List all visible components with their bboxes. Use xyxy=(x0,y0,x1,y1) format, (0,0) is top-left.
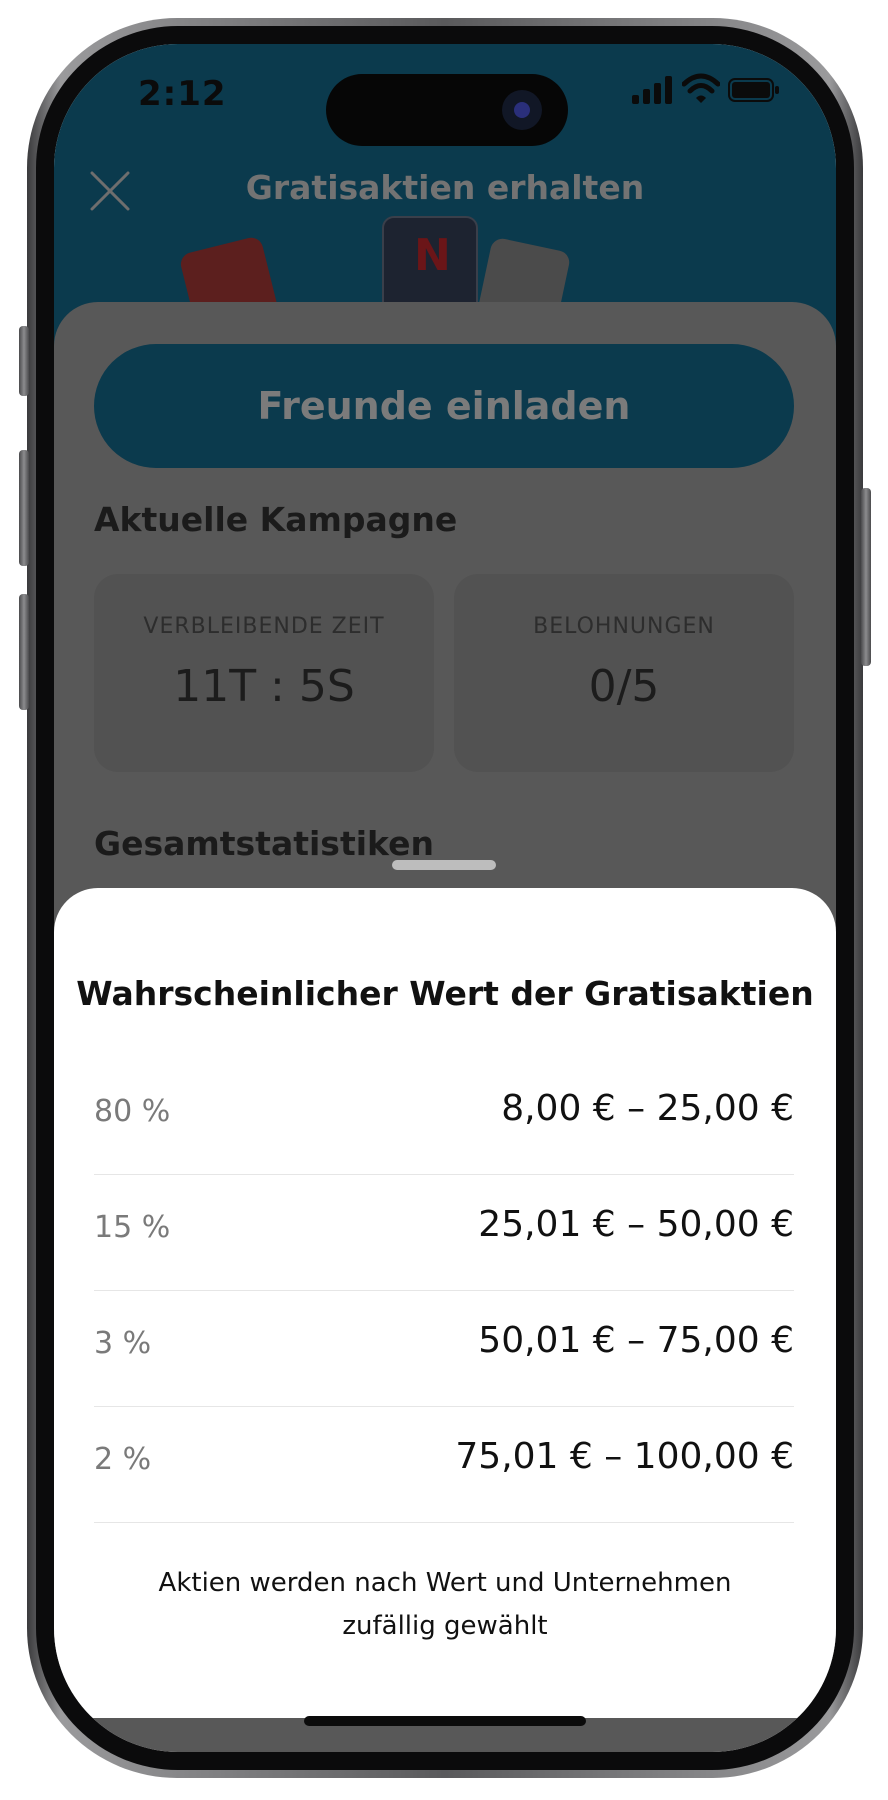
remaining-time-value: 11T : 5S xyxy=(173,661,355,712)
mute-switch xyxy=(19,326,29,396)
rewards-value: 0/5 xyxy=(588,661,660,712)
volume-down-button xyxy=(19,594,29,710)
invite-friends-button[interactable]: Freunde einladen xyxy=(94,344,794,468)
phone-screen: N 2:12 Gratisaktien erhalten Freunde ein… xyxy=(54,44,836,1752)
value-range: 75,01 € – 100,00 € xyxy=(455,1436,794,1477)
battery-icon xyxy=(728,78,779,102)
value-range: 50,01 € – 75,00 € xyxy=(478,1320,794,1361)
remaining-time-card: VERBLEIBENDE ZEIT 11T : 5S xyxy=(94,574,434,772)
sheet-drag-handle[interactable] xyxy=(392,860,496,870)
signal-icon xyxy=(632,76,672,104)
sheet-footnote: Aktien werden nach Wert und Unternehmen … xyxy=(158,1568,732,1641)
probability-percent: 15 % xyxy=(94,1210,171,1245)
netflix-stock-card-illustration: N xyxy=(382,216,478,316)
front-camera xyxy=(502,90,542,130)
remaining-time-label: VERBLEIBENDE ZEIT xyxy=(143,614,385,639)
value-range: 8,00 € – 25,00 € xyxy=(501,1088,794,1129)
home-indicator[interactable] xyxy=(304,1716,586,1726)
status-time: 2:12 xyxy=(138,74,227,114)
current-campaign-title: Aktuelle Kampagne xyxy=(94,500,458,539)
probability-row: 3 % 50,01 € – 75,00 € xyxy=(94,1290,794,1407)
probability-row: 2 % 75,01 € – 100,00 € xyxy=(94,1406,794,1523)
sheet-title: Wahrscheinlicher Wert der Gratisaktien xyxy=(76,974,814,1013)
probability-percent: 2 % xyxy=(94,1442,152,1477)
power-button xyxy=(861,488,871,666)
probability-row: 80 % 8,00 € – 25,00 € xyxy=(94,1058,794,1175)
value-range: 25,01 € – 50,00 € xyxy=(478,1204,794,1245)
probability-percent: 80 % xyxy=(94,1094,171,1129)
probability-row: 15 % 25,01 € – 50,00 € xyxy=(94,1174,794,1291)
volume-up-button xyxy=(19,450,29,566)
page-title: Gratisaktien erhalten xyxy=(245,168,645,207)
probability-percent: 3 % xyxy=(94,1326,152,1361)
rewards-label: BELOHNUNGEN xyxy=(533,614,715,639)
wifi-icon xyxy=(682,73,720,103)
rewards-card: BELOHNUNGEN 0/5 xyxy=(454,574,794,772)
overall-stats-title: Gesamtstatistiken xyxy=(94,824,434,863)
